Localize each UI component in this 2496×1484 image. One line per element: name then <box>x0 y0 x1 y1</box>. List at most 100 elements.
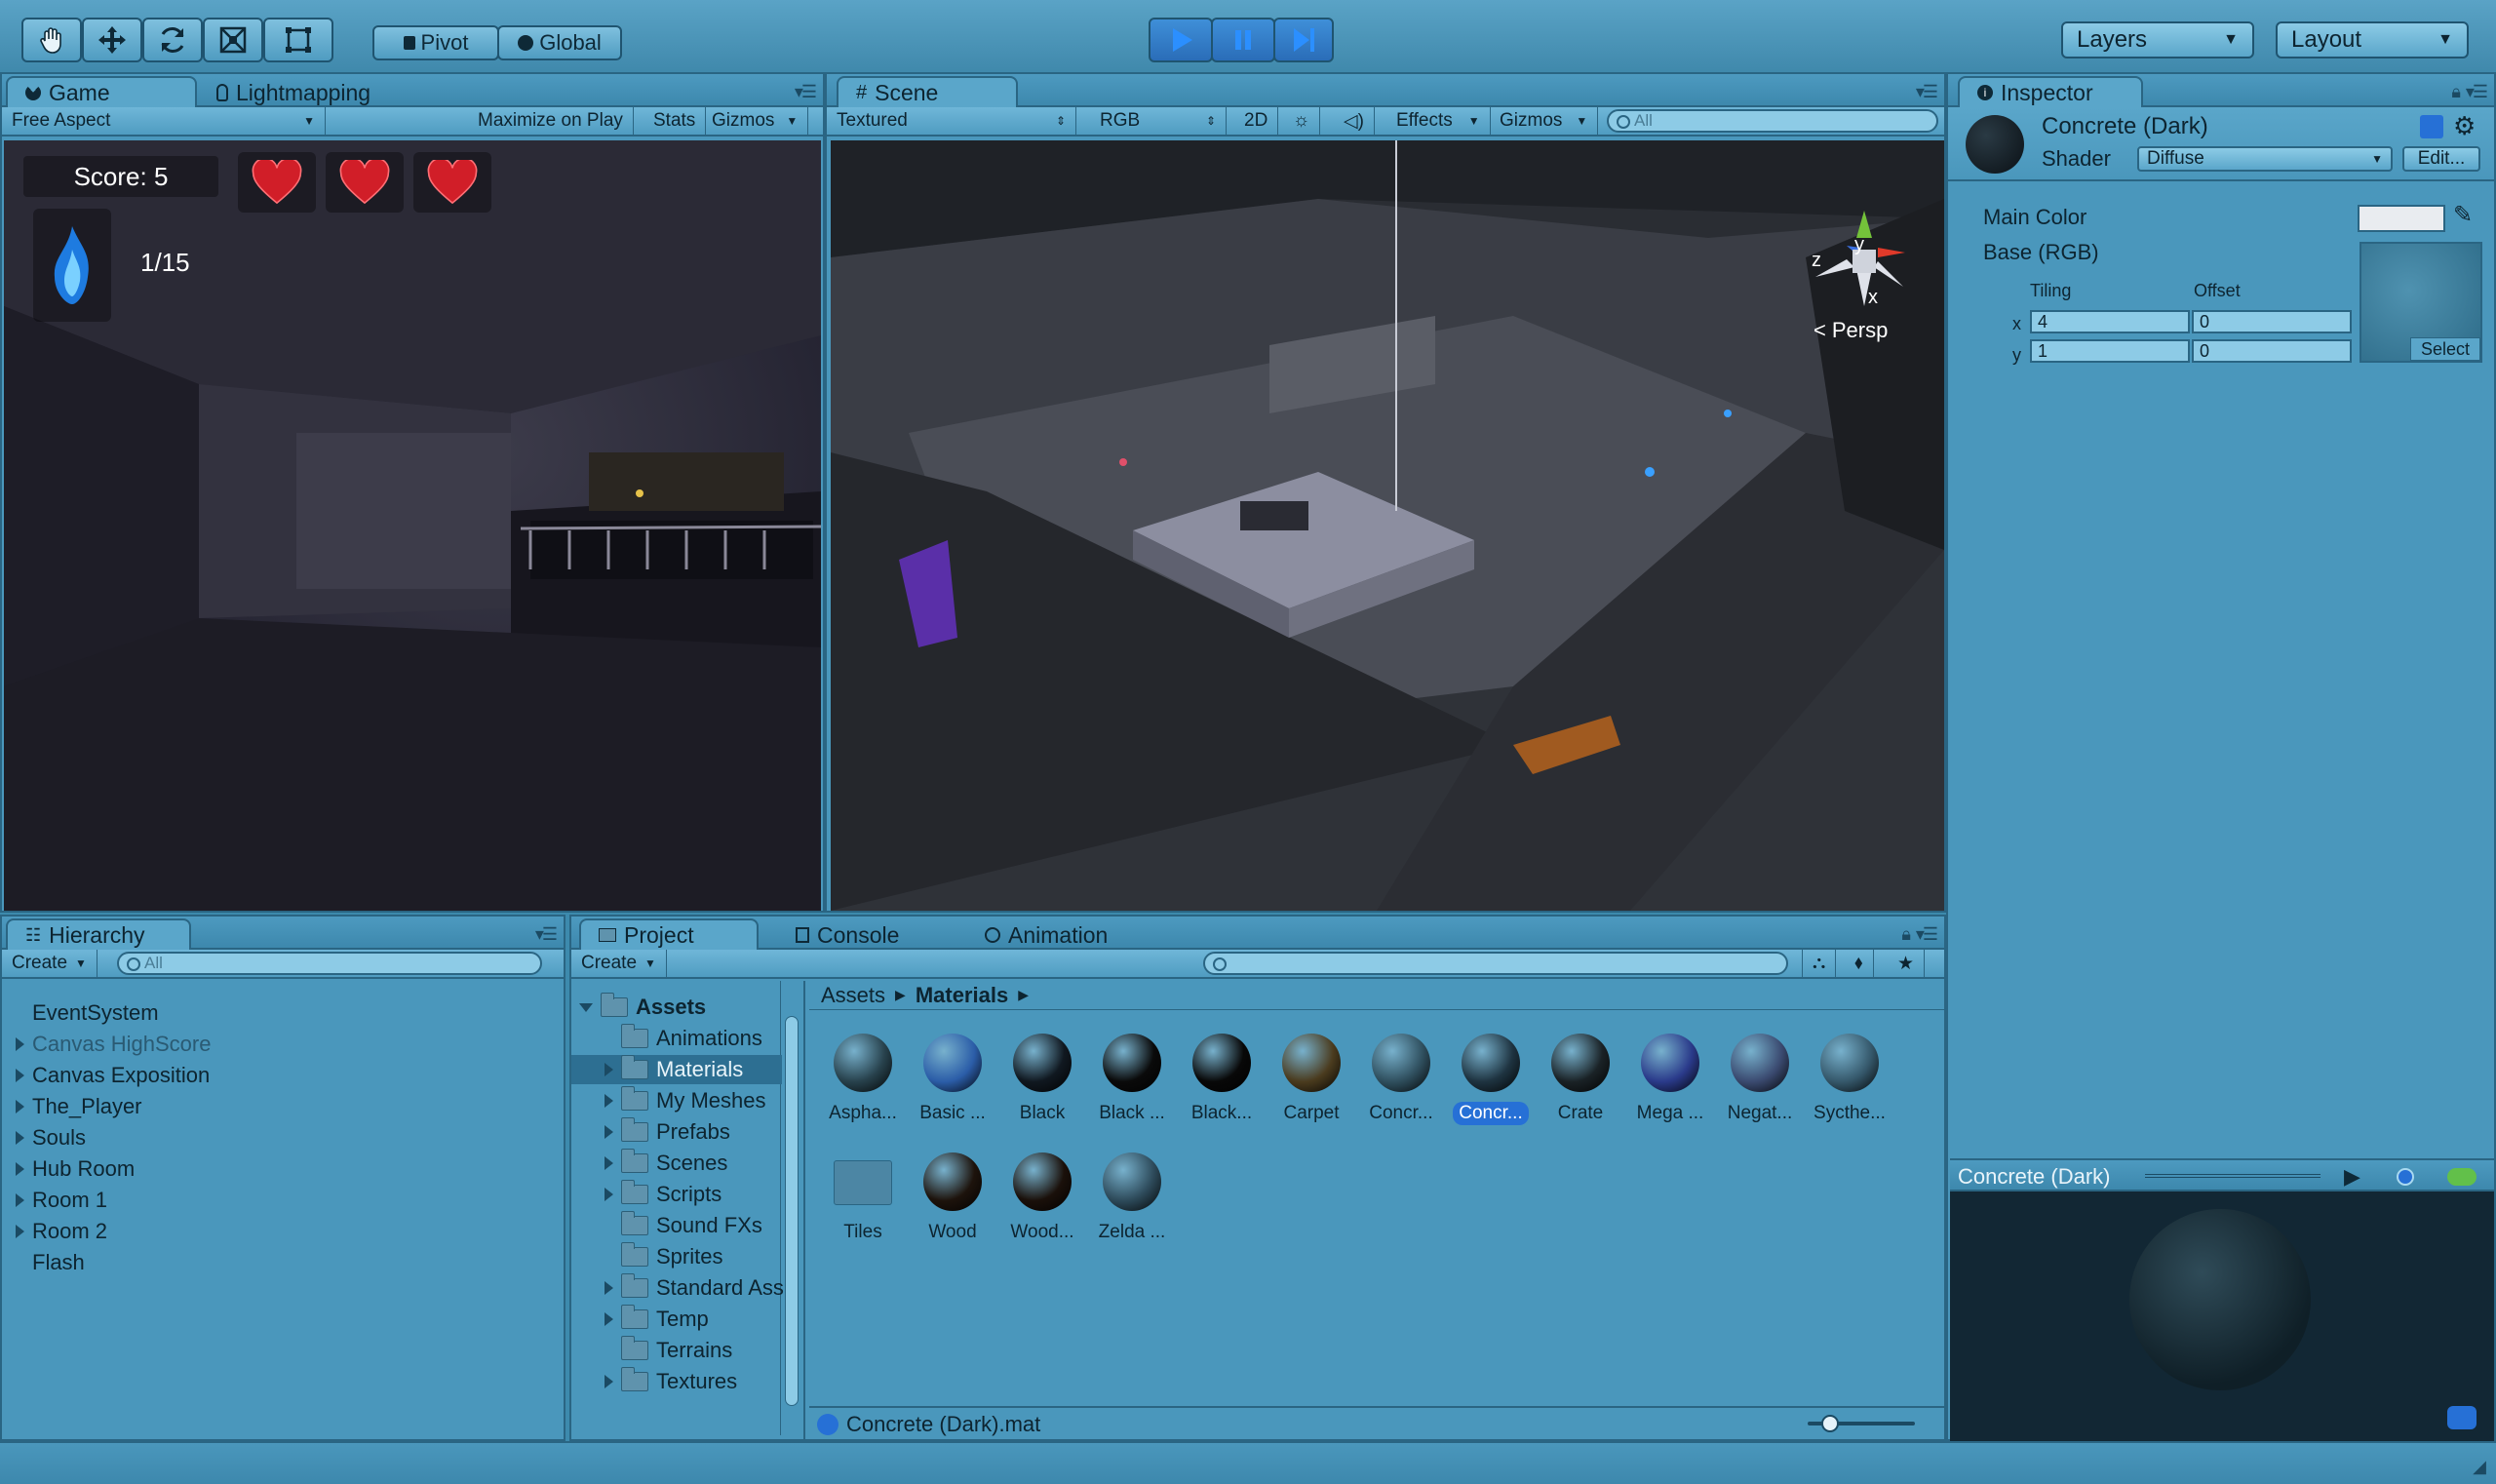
tab-animation[interactable]: Animation <box>965 918 1127 950</box>
tiling-x-input[interactable]: 4 <box>2030 310 2190 333</box>
asset-material[interactable]: Wood... <box>998 1152 1086 1244</box>
tab-lightmapping[interactable]: Lightmapping <box>197 76 390 107</box>
tree-folder[interactable]: Animations <box>604 1024 762 1053</box>
offset-y-input[interactable]: 0 <box>2192 339 2352 363</box>
effects-dropdown[interactable]: Effects ▼ <box>1386 107 1491 135</box>
scene-viewport[interactable]: x y z < Persp <box>831 140 1944 911</box>
tree-folder[interactable]: Textures <box>604 1367 737 1396</box>
asset-material[interactable]: Mega ... <box>1626 1034 1714 1125</box>
expand-arrow-icon[interactable] <box>16 1131 24 1145</box>
expand-arrow-icon[interactable] <box>16 1100 24 1113</box>
tree-scrollbar[interactable] <box>780 981 801 1435</box>
tree-folder[interactable]: Standard Ass <box>604 1273 784 1303</box>
hierarchy-item[interactable]: Souls <box>16 1123 86 1152</box>
color-mode-dropdown[interactable]: RGB ⇕ <box>1090 107 1227 135</box>
scene-search-input[interactable]: All <box>1607 109 1938 133</box>
tab-scene[interactable]: # Scene <box>837 76 1018 107</box>
panel-menu-icon[interactable]: ▾☰ <box>1916 82 1938 102</box>
tree-root-assets[interactable]: Assets <box>579 993 706 1022</box>
game-gizmos-dropdown[interactable]: Gizmos ▼ <box>702 107 809 135</box>
expand-arrow-icon[interactable] <box>604 1094 613 1108</box>
expand-arrow-icon[interactable] <box>604 1312 613 1326</box>
stats-toggle[interactable]: Stats <box>644 107 707 135</box>
step-button[interactable] <box>1273 18 1334 62</box>
audio-toggle-icon[interactable]: ◁) <box>1334 107 1375 135</box>
asset-material[interactable]: Black <box>998 1034 1086 1125</box>
expand-arrow-icon[interactable] <box>604 1375 613 1388</box>
panel-menu-icon[interactable]: ▾☰ <box>795 82 817 102</box>
tab-console[interactable]: Console <box>776 918 918 950</box>
tab-project[interactable]: Project <box>579 918 759 950</box>
tab-hierarchy[interactable]: ☷ Hierarchy <box>6 918 191 950</box>
asset-folder[interactable]: Tiles <box>819 1152 907 1244</box>
tree-folder[interactable]: Sound FXs <box>604 1211 762 1240</box>
asset-material[interactable]: Black... <box>1178 1034 1266 1125</box>
tree-folder[interactable]: Sprites <box>604 1242 722 1271</box>
panel-menu-icon[interactable]: ▾☰ <box>535 924 558 945</box>
hierarchy-item[interactable]: Room 2 <box>16 1217 107 1246</box>
asset-material[interactable]: Black ... <box>1088 1034 1176 1125</box>
projection-toggle[interactable]: < Persp <box>1814 318 1888 343</box>
scrollbar-thumb[interactable] <box>785 1016 799 1406</box>
global-toggle[interactable]: Global <box>497 25 622 60</box>
texture-select-button[interactable]: Select <box>2410 337 2480 361</box>
scale-tool-icon[interactable] <box>203 18 263 62</box>
tab-inspector[interactable]: i Inspector <box>1958 76 2143 107</box>
expand-arrow-icon[interactable] <box>16 1037 24 1051</box>
pivot-toggle[interactable]: Pivot <box>372 25 499 60</box>
lighting-toggle-icon[interactable]: ☼ <box>1283 107 1321 135</box>
icon-size-slider[interactable] <box>1808 1415 1915 1432</box>
rotate-tool-icon[interactable] <box>142 18 203 62</box>
tree-folder[interactable]: Temp <box>604 1305 709 1334</box>
asset-material[interactable]: Wood <box>909 1152 996 1244</box>
breadcrumb-assets[interactable]: Assets <box>821 983 885 1008</box>
tree-folder[interactable]: Terrains <box>604 1336 732 1365</box>
pause-button[interactable] <box>1211 18 1275 62</box>
asset-material[interactable]: Carpet <box>1268 1034 1355 1125</box>
filter-by-label-icon[interactable]: ⬧ <box>1845 950 1874 977</box>
scene-gizmos-dropdown[interactable]: Gizmos ▼ <box>1490 107 1599 135</box>
tree-folder[interactable]: Prefabs <box>604 1117 730 1147</box>
hierarchy-item[interactable]: Room 1 <box>16 1186 107 1215</box>
aspect-dropdown[interactable]: Free Aspect ▼ <box>2 107 326 135</box>
preview-sphere-icon[interactable] <box>2397 1168 2414 1186</box>
tree-folder[interactable]: My Meshes <box>604 1086 765 1115</box>
hand-tool-icon[interactable] <box>21 18 82 62</box>
expand-arrow-icon[interactable] <box>16 1069 24 1082</box>
tree-folder[interactable]: Scenes <box>604 1149 727 1178</box>
expand-arrow-icon[interactable] <box>604 1188 613 1201</box>
tree-folder[interactable]: Materials <box>571 1055 782 1084</box>
main-color-swatch[interactable] <box>2358 205 2445 232</box>
layout-dropdown[interactable]: Layout ▼ <box>2276 21 2469 59</box>
favorites-star-icon[interactable]: ★ <box>1888 950 1926 977</box>
project-search-input[interactable] <box>1203 952 1788 975</box>
material-preview-area[interactable] <box>1950 1191 2494 1441</box>
offset-x-input[interactable]: 0 <box>2192 310 2352 333</box>
asset-material[interactable]: Zelda ... <box>1088 1152 1176 1244</box>
hierarchy-item[interactable]: EventSystem <box>16 998 159 1028</box>
expand-arrow-icon[interactable] <box>16 1225 24 1238</box>
rect-tool-icon[interactable] <box>263 18 333 62</box>
asset-material[interactable]: Concr... <box>1357 1034 1445 1125</box>
asset-material[interactable]: Concr... <box>1447 1034 1535 1125</box>
asset-material[interactable]: Negat... <box>1716 1034 1804 1125</box>
preview-play-icon[interactable]: ▶ <box>2344 1164 2360 1190</box>
shader-dropdown[interactable]: Diffuse ▼ <box>2137 146 2393 172</box>
hierarchy-search-input[interactable]: All <box>117 952 542 975</box>
expand-arrow-icon[interactable] <box>604 1063 613 1076</box>
edit-shader-button[interactable]: Edit... <box>2402 146 2480 172</box>
render-mode-dropdown[interactable]: Textured ⇕ <box>827 107 1076 135</box>
filter-by-type-icon[interactable]: ⛬ <box>1802 950 1837 977</box>
panel-menu-icon[interactable]: ▾☰ <box>2466 82 2488 102</box>
hierarchy-create-dropdown[interactable]: Create ▼ <box>2 950 98 977</box>
hierarchy-item[interactable]: Canvas Exposition <box>16 1061 210 1090</box>
preview-drag-handle[interactable] <box>2145 1174 2320 1178</box>
play-button[interactable] <box>1149 18 1213 62</box>
panel-menu-icon[interactable]: ▾☰ <box>1916 924 1938 945</box>
asset-material[interactable]: Sycthe... <box>1806 1034 1893 1125</box>
gear-icon[interactable]: ⚙ <box>2453 111 2476 141</box>
lock-icon[interactable]: 🔒︎ <box>2451 82 2460 102</box>
hierarchy-item[interactable]: Flash <box>16 1248 85 1277</box>
expand-arrow-icon[interactable] <box>16 1193 24 1207</box>
breadcrumb-materials[interactable]: Materials <box>916 983 1008 1008</box>
